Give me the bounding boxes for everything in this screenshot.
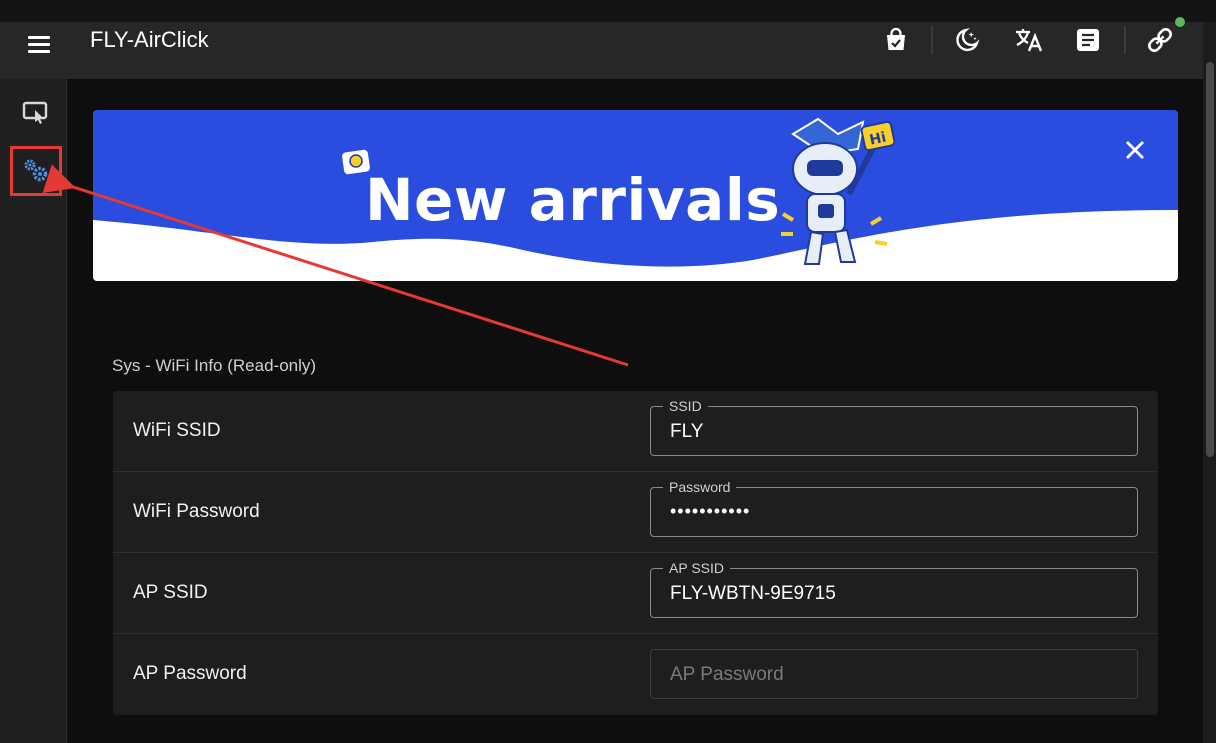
translate-icon[interactable] — [1008, 22, 1048, 58]
menu-icon — [28, 36, 50, 39]
ap-password-row: AP Password AP Password — [113, 634, 1158, 715]
wifi-info-card: WiFi SSID SSID FLY WiFi Password Passwor… — [113, 391, 1158, 715]
field-label: Password — [663, 479, 737, 495]
section-title: Sys - WiFi Info (Read-only) — [112, 356, 317, 375]
sidebar-item-remote[interactable] — [10, 89, 62, 139]
scrollbar[interactable] — [1203, 22, 1216, 743]
field-value: FLY-WBTN-9E9715 — [670, 583, 836, 604]
row-label: AP Password — [133, 663, 247, 684]
wifi-password-row: WiFi Password Password ••••••••••• — [113, 472, 1158, 553]
shopping-bag-icon[interactable] — [876, 22, 916, 58]
password-field[interactable]: Password ••••••••••• — [650, 479, 1138, 537]
field-label: AP SSID — [663, 560, 730, 576]
appbar-separator — [931, 26, 933, 54]
ap-password-field[interactable]: AP Password — [650, 649, 1138, 699]
row-label: WiFi SSID — [133, 420, 221, 441]
notes-icon[interactable] — [1068, 22, 1108, 58]
sidebar — [0, 79, 67, 743]
promo-banner[interactable]: New arrivals Hi — [93, 110, 1178, 281]
remote-control-icon — [22, 101, 48, 124]
appbar-separator — [1124, 26, 1126, 54]
connection-status-dot — [1175, 17, 1185, 27]
app-bar: FLY-AirClick — [0, 22, 1203, 79]
app-title: FLY-AirClick — [90, 27, 209, 52]
ssid-field[interactable]: SSID FLY — [650, 398, 1138, 456]
link-icon[interactable] — [1140, 22, 1180, 58]
banner-close-button[interactable] — [1121, 136, 1149, 164]
field-value: FLY — [670, 421, 704, 442]
field-value: ••••••••••• — [670, 501, 751, 521]
wifi-ssid-row: WiFi SSID SSID FLY — [113, 391, 1158, 472]
field-placeholder: AP Password — [670, 664, 784, 685]
field-label: SSID — [663, 398, 708, 414]
sidebar-item-settings[interactable] — [10, 146, 62, 196]
menu-button[interactable] — [18, 28, 60, 62]
row-label: WiFi Password — [133, 501, 260, 522]
robot-mascot-image: Hi — [781, 117, 896, 265]
window-top-strip — [0, 0, 1216, 22]
row-label: AP SSID — [133, 582, 208, 603]
mascot-sign-text: Hi — [868, 130, 887, 149]
close-icon — [1126, 141, 1144, 159]
ap-ssid-field[interactable]: AP SSID FLY-WBTN-9E9715 — [650, 560, 1138, 618]
scrollbar-thumb[interactable] — [1206, 62, 1214, 457]
banner-headline: New arrivals — [365, 166, 781, 234]
dark-mode-icon[interactable] — [947, 22, 987, 58]
ap-ssid-row: AP SSID AP SSID FLY-WBTN-9E9715 — [113, 553, 1158, 634]
settings-gears-icon — [24, 159, 48, 182]
